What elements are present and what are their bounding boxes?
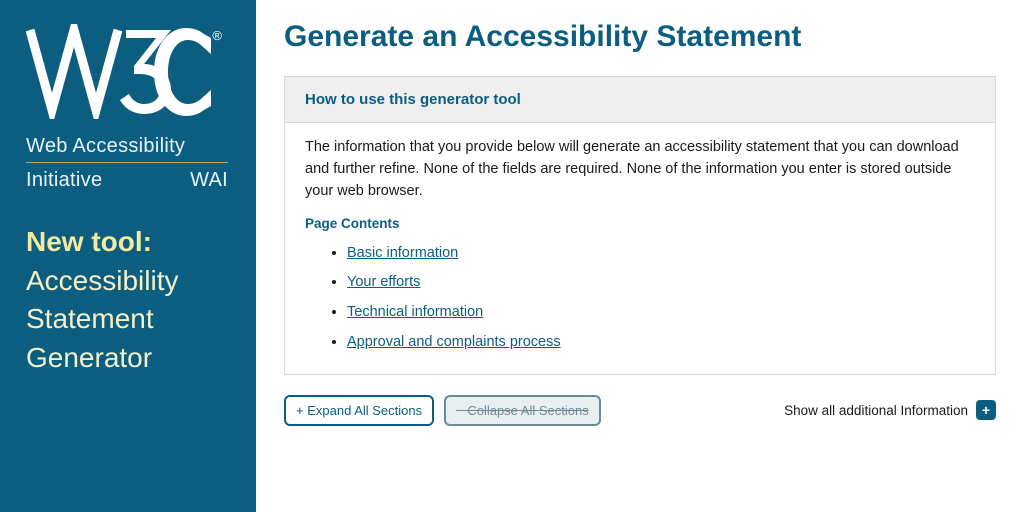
- toc-link-technical[interactable]: Technical information: [347, 304, 483, 320]
- info-panel: How to use this generator tool The infor…: [284, 76, 996, 375]
- toc-item: Approval and complaints process: [347, 332, 975, 354]
- wai-line1: Web Accessibility: [26, 135, 228, 163]
- main-content: Generate an Accessibility Statement How …: [256, 0, 1024, 512]
- toc-link-approval[interactable]: Approval and complaints process: [347, 334, 561, 350]
- toc-link-efforts[interactable]: Your efforts: [347, 274, 420, 290]
- intro-paragraph: The information that you provide below w…: [305, 137, 975, 202]
- toc-list: Basic information Your efforts Technical…: [347, 243, 975, 354]
- collapse-all-button[interactable]: − Collapse All Sections: [444, 395, 601, 426]
- panel-body: The information that you provide below w…: [285, 123, 995, 374]
- toc-item: Technical information: [347, 302, 975, 324]
- promo-line-2: Statement: [26, 300, 228, 339]
- wai-initiative: Initiative: [26, 169, 102, 192]
- promo-highlight: New tool:: [26, 223, 228, 262]
- toc-item: Your efforts: [347, 272, 975, 294]
- toc-heading: Page Contents: [305, 214, 975, 234]
- section-controls: + Expand All Sections − Collapse All Sec…: [284, 395, 996, 426]
- registered-mark: ®: [212, 28, 222, 43]
- panel-heading: How to use this generator tool: [285, 77, 995, 123]
- toc-item: Basic information: [347, 243, 975, 265]
- w3c-logo: [26, 24, 216, 119]
- show-all-additional-toggle[interactable]: Show all additional Information +: [784, 400, 996, 420]
- sidebar: ® Web Accessibility Initiative WAI New t…: [0, 0, 256, 512]
- promo-text: New tool: Accessibility Statement Genera…: [26, 223, 228, 378]
- toc-link-basic[interactable]: Basic information: [347, 245, 458, 261]
- wai-abbrev: WAI: [190, 169, 228, 192]
- expand-all-button[interactable]: + Expand All Sections: [284, 395, 434, 426]
- wai-line2: Initiative WAI: [26, 169, 228, 193]
- wai-heading: Web Accessibility Initiative WAI: [26, 135, 228, 193]
- w3c-logo-block: ®: [26, 24, 228, 119]
- plus-icon: +: [976, 400, 996, 420]
- show-all-label: Show all additional Information: [784, 403, 968, 418]
- promo-line-3: Generator: [26, 339, 228, 378]
- promo-line-1: Accessibility: [26, 262, 228, 301]
- page-title: Generate an Accessibility Statement: [284, 20, 996, 54]
